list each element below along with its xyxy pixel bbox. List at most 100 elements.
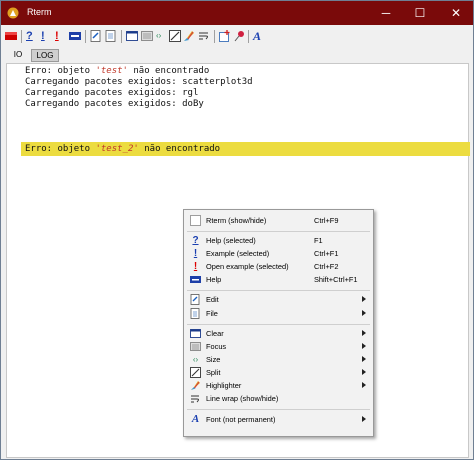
edit-icon	[190, 294, 200, 305]
menu-separator	[187, 290, 370, 291]
minimize-button[interactable]: ─	[369, 1, 403, 25]
tab-io[interactable]: IO	[7, 49, 29, 62]
menu-item-help-selected[interactable]: ? Help (selected) F1	[184, 235, 373, 247]
maximize-button[interactable]: ☐	[403, 1, 437, 25]
console-text: Erro: objeto	[25, 144, 96, 154]
line-wrap-icon	[191, 395, 199, 403]
menu-item-label: Line wrap (show/hide)	[206, 394, 279, 403]
context-menu: Rterm (show/hide) Ctrl+F9 ? Help (select…	[183, 209, 374, 437]
stop-icon[interactable]	[5, 30, 17, 42]
file-icon[interactable]	[105, 30, 117, 42]
menu-item-split[interactable]: Split	[184, 367, 373, 379]
console-text: não encontrado	[138, 144, 221, 154]
size-icon[interactable]: ‹›	[156, 30, 168, 42]
window-title: Rterm	[27, 7, 52, 17]
example-selected-icon[interactable]: !	[41, 30, 53, 42]
submenu-arrow-icon	[362, 296, 366, 302]
submenu-arrow-icon	[362, 356, 366, 362]
menu-item-label: Rterm (show/hide)	[206, 216, 267, 225]
split-icon	[190, 367, 201, 378]
menu-item-shortcut: Ctrl+F2	[314, 262, 339, 271]
edit-icon[interactable]	[90, 30, 102, 42]
console-line: Carregando pacotes exigidos: rgl	[25, 88, 199, 98]
highlighter-icon[interactable]	[183, 30, 195, 42]
menu-separator	[187, 231, 370, 232]
split-icon[interactable]	[169, 30, 181, 42]
submenu-arrow-icon	[362, 330, 366, 336]
menu-item-label: Help (selected)	[206, 236, 256, 245]
font-icon[interactable]: A	[253, 30, 265, 42]
line-wrap-icon[interactable]	[198, 30, 210, 42]
clear-icon	[190, 329, 201, 338]
menu-item-label: Size	[206, 355, 221, 364]
menu-item-example-selected[interactable]: ! Example (selected) Ctrl+F1	[184, 248, 373, 260]
new-icon[interactable]	[219, 30, 231, 42]
html-help-icon[interactable]	[69, 30, 81, 42]
menu-item-label: Font (not permanent)	[206, 415, 276, 424]
menu-item-label: Example (selected)	[206, 249, 270, 258]
menu-item-label: Focus	[206, 342, 227, 351]
menu-item-rterm[interactable]: Rterm (show/hide) Ctrl+F9	[184, 215, 373, 227]
menu-item-label: Split	[206, 368, 221, 377]
menu-item-label: Open example (selected)	[206, 262, 289, 271]
submenu-arrow-icon	[362, 310, 366, 316]
file-icon	[190, 308, 200, 319]
pin-icon[interactable]	[234, 30, 246, 42]
menu-item-help[interactable]: Help Shift+Ctrl+F1	[184, 274, 373, 286]
open-example-icon[interactable]: !	[55, 30, 67, 42]
focus-icon[interactable]	[141, 30, 153, 42]
menu-item-focus[interactable]: Focus	[184, 341, 373, 353]
menu-item-shortcut: Shift+Ctrl+F1	[314, 275, 358, 284]
menu-item-label: Help	[206, 275, 222, 284]
menu-item-label: Clear	[206, 329, 224, 338]
menu-item-edit[interactable]: Edit	[184, 294, 373, 306]
tab-log[interactable]: LOG	[31, 49, 59, 62]
help-selected-icon: ?	[192, 235, 199, 246]
menu-separator	[187, 324, 370, 325]
menu-item-file[interactable]: File	[184, 308, 373, 320]
menu-item-clear[interactable]: Clear	[184, 328, 373, 340]
font-icon: A	[191, 413, 200, 425]
menu-item-highlighter[interactable]: Highlighter	[184, 380, 373, 392]
menu-item-line-wrap[interactable]: Line wrap (show/hide)	[184, 393, 373, 405]
r-app-icon	[7, 7, 19, 19]
menu-item-size[interactable]: ‹› Size	[184, 354, 373, 366]
help-selected-icon[interactable]: ?	[26, 30, 38, 42]
console-text: não encontrado	[127, 66, 210, 76]
menu-item-label: Highlighter	[206, 381, 242, 390]
toolbar-separator	[85, 30, 86, 43]
open-example-icon: !	[193, 261, 198, 272]
menu-item-font[interactable]: A Font (not permanent)	[184, 414, 373, 426]
menu-item-shortcut: Ctrl+F9	[314, 216, 339, 225]
title-bar[interactable]: Rterm ─ ☐ ✕	[1, 1, 473, 25]
console-line: Carregando pacotes exigidos: doBy	[25, 99, 204, 109]
toolbar-separator	[121, 30, 122, 43]
rterm-window: Rterm ─ ☐ ✕ ? ! ! ‹› A IO LOG Erro: obje…	[0, 0, 474, 460]
html-help-icon	[190, 276, 201, 283]
example-selected-icon: !	[193, 248, 198, 259]
object-name: 'test'	[95, 66, 128, 76]
menu-item-label: File	[206, 309, 218, 318]
submenu-arrow-icon	[362, 416, 366, 422]
submenu-arrow-icon	[362, 369, 366, 375]
menu-item-shortcut: Ctrl+F1	[314, 249, 339, 258]
menu-item-open-example[interactable]: ! Open example (selected) Ctrl+F2	[184, 261, 373, 273]
tab-bar: IO LOG	[1, 47, 473, 63]
menu-item-label: Edit	[206, 295, 219, 304]
focus-icon	[190, 342, 201, 351]
console-line: Erro: objeto 'test' não encontrado	[25, 66, 209, 77]
size-icon: ‹›	[192, 355, 199, 364]
submenu-arrow-icon	[362, 382, 366, 388]
toolbar-separator	[21, 30, 22, 43]
clear-icon[interactable]	[126, 30, 138, 42]
submenu-arrow-icon	[362, 343, 366, 349]
toolbar-separator	[248, 30, 249, 43]
console-line: Carregando pacotes exigidos: scatterplot…	[25, 77, 253, 87]
toolbar: ? ! ! ‹› A	[1, 25, 473, 47]
console-line: Erro: objeto 'test_2' não encontrado	[25, 144, 220, 155]
highlighter-icon	[191, 381, 200, 390]
object-name: 'test_2'	[95, 144, 139, 154]
toolbar-separator	[214, 30, 215, 43]
checkbox-icon	[190, 215, 201, 226]
close-button[interactable]: ✕	[439, 1, 473, 25]
